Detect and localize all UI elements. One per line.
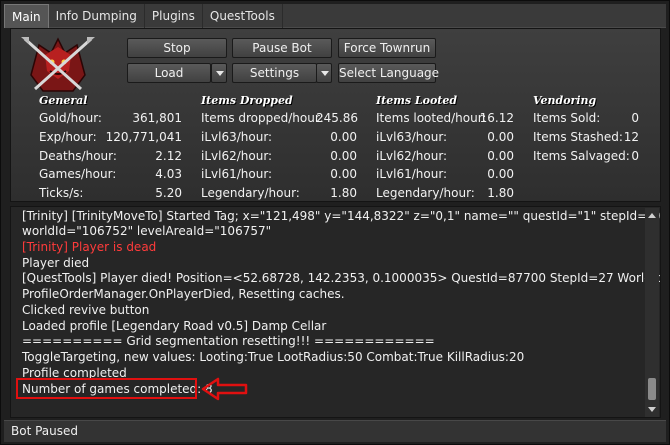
items-stashed-label: Items Stashed: [533,130,623,144]
ticks-value: 5.20 [155,186,182,200]
dropped-ilvl61-value: 0.00 [330,167,357,181]
items-sold-label: Items Sold: [533,111,601,125]
load-dropdown-icon[interactable] [211,63,227,83]
highlight-box [16,378,197,399]
items-sold-value: 0 [631,111,639,125]
log-scrollbar[interactable] [645,208,659,417]
ticks-label: Ticks/s: [39,186,84,200]
dropped-legendary-value: 1.80 [330,186,357,200]
log-line-error: [Trinity] Player is dead [22,240,157,254]
tab-plugins[interactable]: Plugins [145,4,203,28]
games-hour-value: 4.03 [155,167,182,181]
items-looted-header: Items Looted [376,94,458,107]
status-text: Bot Paused [11,424,79,438]
deaths-hour-value: 2.12 [155,149,182,163]
force-townrun-button[interactable]: Force Townrun [338,38,436,58]
dropped-ilvl62-label: iLvl62/hour: [201,149,273,163]
looted-ilvl61-label: iLvl61/hour: [376,167,448,181]
looted-ilvl63-label: iLvl63/hour: [376,130,448,144]
scroll-thumb[interactable] [648,378,656,400]
looted-ilvl62-label: iLvl62/hour: [376,149,448,163]
looted-legendary-label: Legendary/hour: [376,186,475,200]
tab-questtools[interactable]: QuestTools [203,4,283,28]
vendoring-header: Vendoring [533,94,597,107]
items-salvaged-value: 0 [631,149,639,163]
gold-hour-label: Gold/hour: [39,111,102,125]
exp-hour-value: 120,771,041 [105,130,182,144]
looted-ilvl62-value: 0.00 [487,149,514,163]
tab-main[interactable]: Main [4,4,49,28]
items-stashed-value: 12 [623,130,639,144]
settings-dropdown-icon[interactable] [316,63,332,83]
log-line: Clicked revive button [22,303,150,317]
status-bar: Bot Paused [4,420,666,442]
items-dropped-header: Items Dropped [201,94,293,107]
log-line: Player died [22,256,90,270]
dropped-ilvl63-label: iLvl63/hour: [201,130,273,144]
dropped-legendary-label: Legendary/hour: [201,186,300,200]
looted-ilvl63-value: 0.00 [487,130,514,144]
gold-hour-value: 361,801 [132,111,182,125]
dropped-ilvl63-value: 0.00 [330,130,357,144]
exp-hour-label: Exp/hour: [39,130,97,144]
log-line: ========== Grid segmentation resetting!!… [22,334,435,348]
items-dropped-hour-label: Items dropped/hour: [201,111,324,125]
log-line: [Trinity] [TrinityMoveTo] Started Tag; x… [22,209,661,223]
pause-bot-button[interactable]: Pause Bot [232,38,332,58]
looted-ilvl61-value: 0.00 [487,167,514,181]
tab-bar: Main Info Dumping Plugins QuestTools [4,4,666,28]
dropped-ilvl61-label: iLvl61/hour: [201,167,273,181]
bot-window: Main Info Dumping Plugins QuestTools Sto… [0,0,670,445]
dropped-ilvl62-value: 0.00 [330,149,357,163]
items-looted-hour-value: 16.12 [479,111,514,125]
log-line: [QuestTools] Player died! Position=<52.6… [22,271,661,285]
general-header: General [39,94,88,107]
items-looted-hour-label: Items looted/hour: [376,111,487,125]
stop-button[interactable]: Stop [127,38,227,58]
left-arrow-icon [201,377,248,401]
log-line: Loaded profile [Legendary Road v0.5] Dam… [22,319,327,333]
demon-warrior-logo-icon [21,37,95,92]
load-button[interactable]: Load [127,63,211,83]
log-line: ToggleTargeting, new values: Looting:Tru… [22,350,525,364]
tab-info-dumping[interactable]: Info Dumping [49,4,145,28]
scroll-up-icon[interactable] [648,213,656,218]
log-line: ProfileOrderManager.OnPlayerDied, Resett… [22,287,345,301]
items-dropped-hour-value: 245.86 [316,111,358,125]
looted-legendary-value: 1.80 [487,186,514,200]
select-language-button[interactable]: Select Language [338,63,439,83]
scroll-down-icon[interactable] [648,407,656,412]
settings-button[interactable]: Settings [232,63,317,83]
log-line: worldId="106752" levelAreaId="106757" [22,224,272,238]
